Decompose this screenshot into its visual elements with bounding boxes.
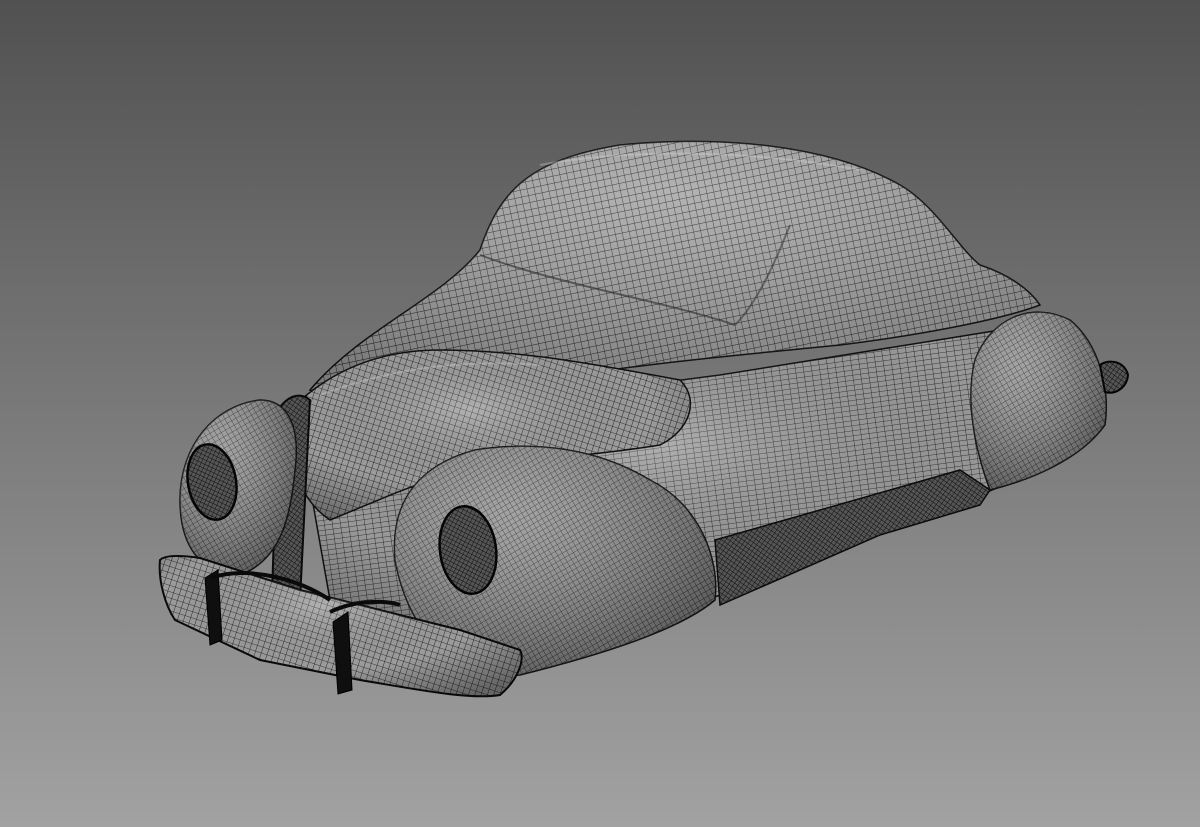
3d-viewport[interactable] — [0, 0, 1200, 827]
viewport-canvas[interactable] — [0, 0, 1200, 827]
